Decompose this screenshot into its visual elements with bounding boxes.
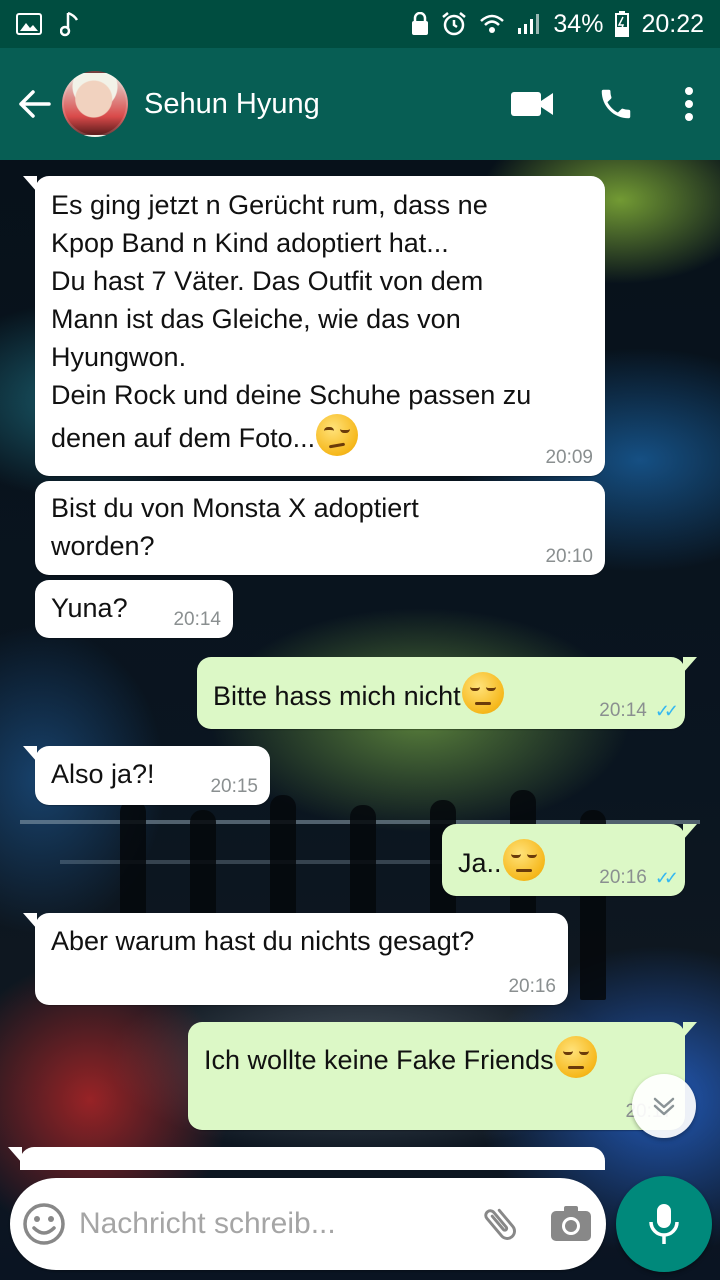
- signal-icon: [518, 14, 540, 34]
- message-text: Ich wollte keine Fake Friends: [204, 1045, 554, 1075]
- music-note-icon: [60, 11, 79, 37]
- compose-bar: [10, 1178, 606, 1270]
- camera-icon: [550, 1206, 591, 1241]
- overflow-menu-icon: [685, 87, 693, 121]
- battery-percent: 34%: [553, 9, 604, 38]
- message-time: 20:16: [508, 976, 556, 997]
- attach-button[interactable]: [465, 1178, 536, 1270]
- status-bar: 34% 20:22: [0, 0, 720, 48]
- back-button[interactable]: [4, 48, 64, 160]
- message-time: 20:16: [599, 867, 647, 888]
- contact-name[interactable]: Sehun Hyung: [144, 88, 320, 121]
- clock: 20:22: [641, 9, 704, 38]
- message-text: Es ging jetzt n Gerücht rum, dass ne Kpo…: [51, 190, 532, 453]
- scroll-to-bottom-button[interactable]: [632, 1074, 696, 1138]
- overflow-menu-button[interactable]: [658, 48, 720, 160]
- back-arrow-icon: [19, 90, 51, 118]
- camera-button[interactable]: [535, 1178, 606, 1270]
- message-time: 20:14: [173, 609, 221, 630]
- video-call-button[interactable]: [490, 48, 574, 160]
- pensive-emoji-icon: [554, 1036, 597, 1078]
- pensive-emoji-icon: [502, 839, 545, 881]
- message-text: Bist du von Monsta X adoptiert worden?: [51, 493, 419, 561]
- gallery-icon: [16, 13, 42, 35]
- message-time: 20:09: [545, 447, 593, 468]
- pensive-emoji-icon: [461, 672, 504, 714]
- message-bubble-incoming[interactable]: Aber warum hast du nichts gesagt? 20:16: [23, 913, 568, 1005]
- mic-icon: [649, 1204, 679, 1244]
- message-bubble-outgoing[interactable]: Bitte hass mich nicht 20:14 ✓✓: [197, 657, 697, 729]
- battery-icon: [615, 11, 630, 37]
- read-ticks-icon: ✓✓: [654, 868, 679, 888]
- message-bubble-incoming[interactable]: Also ja?! 20:15: [23, 746, 270, 805]
- message-bubble-outgoing[interactable]: Ich wollte keine Fake Friends 20:17: [188, 1022, 697, 1130]
- read-ticks-icon: ✓✓: [654, 701, 679, 721]
- chevron-double-down-icon: [653, 1097, 675, 1116]
- message-bubble-incoming[interactable]: Yuna? 20:14: [35, 580, 233, 638]
- message-time: 20:10: [545, 546, 593, 567]
- chat-header: Sehun Hyung: [0, 48, 720, 160]
- emoji-icon: [23, 1203, 66, 1245]
- phone-call-icon: [601, 89, 631, 119]
- raised-eyebrow-emoji-icon: [316, 414, 359, 456]
- lock-icon: [412, 12, 429, 35]
- wifi-icon: [480, 14, 505, 33]
- message-bubble-outgoing[interactable]: Ja.. 20:16 ✓✓: [442, 824, 697, 896]
- contact-avatar[interactable]: [62, 71, 128, 137]
- attach-icon: [484, 1208, 517, 1240]
- voice-record-button[interactable]: [616, 1176, 712, 1272]
- message-text: Aber warum hast du nichts gesagt?: [51, 926, 475, 956]
- message-bubble-incoming[interactable]: Bist du von Monsta X adoptiert worden? 2…: [35, 481, 605, 575]
- message-input[interactable]: [78, 1194, 465, 1254]
- message-time: 20:15: [210, 776, 258, 797]
- alarm-icon: [442, 12, 467, 36]
- message-time: 20:14: [599, 700, 647, 721]
- emoji-button[interactable]: [10, 1178, 79, 1270]
- video-call-icon: [511, 92, 553, 116]
- message-bubble-incoming-partial[interactable]: [8, 1147, 605, 1170]
- message-list[interactable]: Es ging jetzt n Gerücht rum, dass ne Kpo…: [0, 160, 720, 1170]
- message-text: Bitte hass mich nicht: [213, 681, 461, 711]
- message-bubble-incoming[interactable]: Es ging jetzt n Gerücht rum, dass ne Kpo…: [23, 176, 605, 476]
- phone-call-button[interactable]: [574, 48, 658, 160]
- message-text: Ja..: [458, 848, 502, 878]
